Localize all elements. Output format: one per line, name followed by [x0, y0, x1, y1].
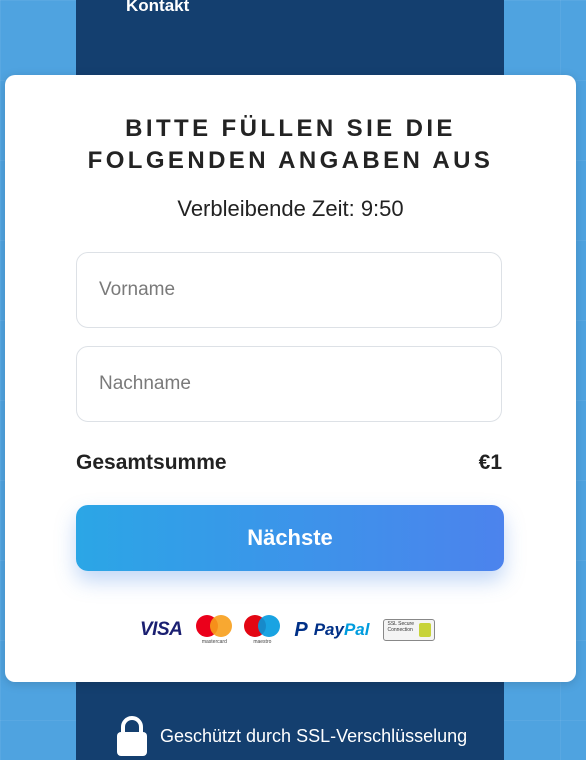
lock-icon: [117, 716, 147, 756]
mastercard-caption: mastercard: [201, 639, 227, 645]
visa-logo: VISA: [140, 619, 183, 640]
total-label: Gesamtsumme: [76, 451, 227, 474]
ssl-footer-text: Geschützt durch SSL-Verschlüsselung: [160, 725, 468, 746]
form-title-line1: BITTE FÜLLEN SIE DIE: [125, 115, 456, 142]
mastercard-logo: mastercard: [196, 615, 233, 645]
next-button[interactable]: Nächste: [76, 505, 504, 571]
form-card: BITTE FÜLLEN SIE DIE FOLGENDEN ANGABEN A…: [5, 75, 576, 682]
ssl-lock-icon: [419, 623, 432, 637]
maestro-caption: maestro: [253, 639, 272, 645]
nav-link-kontakt[interactable]: Kontakt: [126, 0, 189, 16]
paypal-word-part1: Pay: [313, 620, 344, 639]
form-title-line2: FOLGENDEN ANGABEN AUS: [87, 147, 494, 174]
total-row: Gesamtsumme €1: [76, 451, 502, 475]
maestro-logo: maestro: [244, 615, 281, 645]
form-title: BITTE FÜLLEN SIE DIE FOLGENDEN ANGABEN A…: [5, 113, 576, 177]
payment-logos: VISA mastercard maestro P Pay Pal SSL Sec…: [140, 615, 436, 645]
ssl-secure-badge: SSL Secure Connection: [383, 619, 436, 641]
paypal-mark-icon: P: [294, 618, 308, 641]
countdown-timer: Verbleibende Zeit: 9:50: [177, 196, 404, 221]
ssl-footer: Geschützt durch SSL-Verschlüsselung: [116, 716, 467, 756]
first-name-input[interactable]: [76, 252, 502, 328]
paypal-logo: P Pay Pal: [294, 619, 369, 642]
total-value: €1: [478, 451, 502, 474]
last-name-input[interactable]: [76, 346, 502, 422]
paypal-word-part2: Pal: [343, 620, 370, 639]
